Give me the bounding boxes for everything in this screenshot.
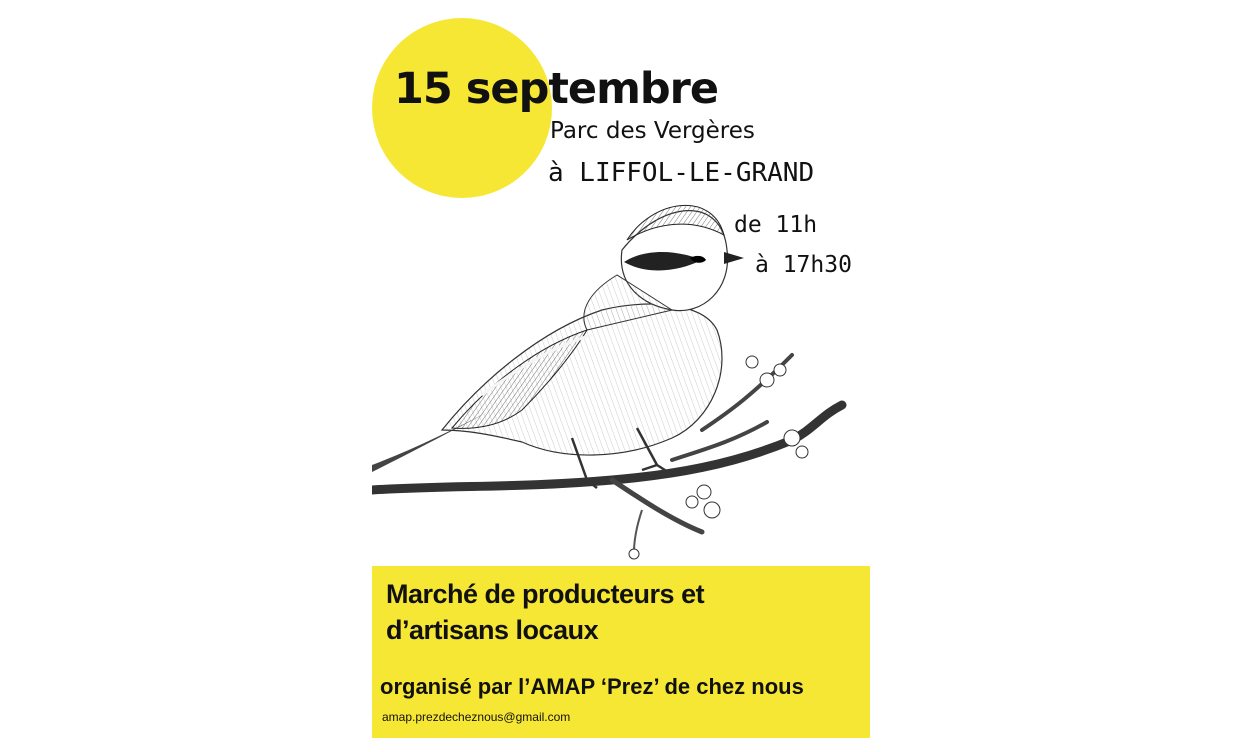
info-banner: Marché de producteurs et d’artisans loca… [372,566,870,738]
event-end-time: à 17h30 [755,252,852,278]
event-venue: Parc des Vergères [550,118,755,144]
bird [372,204,744,489]
event-poster: 15 septembre Parc des Vergères à LIFFOL-… [372,0,870,738]
market-line-2: d’artisans locaux [386,615,599,645]
contact-email: amap.prezdecheznous@gmail.com [382,710,571,724]
market-description: Marché de producteurs et d’artisans loca… [386,576,856,648]
market-line-1: Marché de producteurs et [386,579,705,609]
event-date: 15 septembre [394,64,719,114]
event-start-time: de 11h [734,212,818,238]
bird-on-branch-illustration [372,204,847,560]
organiser-text: organisé par l’AMAP ‘Prez’ de chez nous [380,674,804,699]
